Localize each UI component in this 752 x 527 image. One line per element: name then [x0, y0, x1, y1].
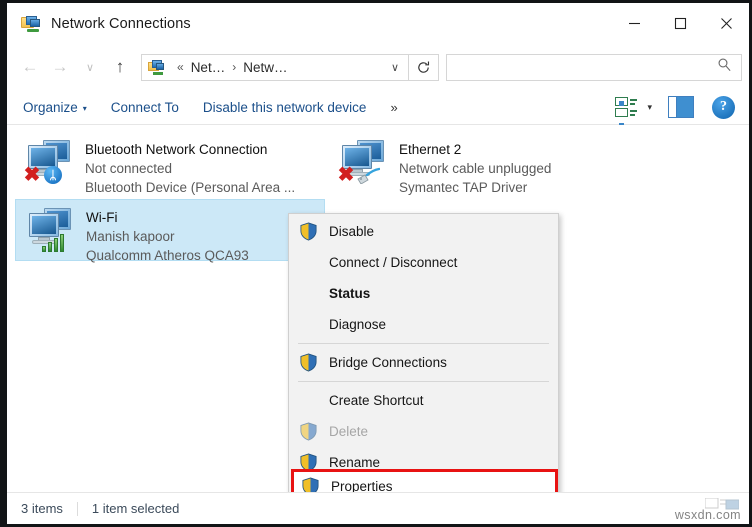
network-folder-icon	[21, 15, 41, 33]
connection-status: Not connected	[85, 161, 173, 176]
close-button[interactable]	[703, 3, 749, 44]
menu-item-create-shortcut[interactable]: Create Shortcut	[289, 385, 558, 416]
connect-to-button[interactable]: Connect To	[111, 100, 179, 115]
menu-item-label: Delete	[329, 424, 369, 439]
uac-shield-icon	[299, 353, 318, 372]
navigation-bar: ← → ∨ ↑ « Net… › Netw… ∨	[7, 44, 749, 90]
breadcrumb-overflow[interactable]: «	[177, 60, 184, 74]
watermark: wsxdn.com	[674, 508, 741, 522]
menu-item-label: Properties	[331, 478, 393, 493]
help-button[interactable]: ?	[712, 95, 735, 119]
connection-status: Manish kapoor	[86, 229, 175, 244]
breadcrumb-item-1[interactable]: Net…	[191, 60, 226, 75]
breadcrumb-item-2[interactable]: Netw…	[243, 60, 287, 75]
signal-bars-icon	[42, 230, 70, 252]
menu-item-icon-placeholder	[299, 253, 318, 272]
change-view-icon[interactable]	[614, 96, 638, 128]
uac-shield-icon	[301, 477, 320, 492]
forward-icon[interactable]: →	[45, 52, 75, 82]
connection-tile-bluetooth[interactable]: ✖ ᛦ Bluetooth Network Connection Not con…	[15, 132, 325, 195]
breadcrumb-separator-icon: ›	[232, 60, 237, 74]
menu-item-delete: Delete	[289, 416, 558, 447]
command-bar: Organize ▾ Connect To Disable this netwo…	[7, 90, 749, 128]
menu-item-label: Bridge Connections	[329, 355, 447, 370]
bluetooth-icon: ᛦ	[44, 166, 62, 184]
disable-network-device-button[interactable]: Disable this network device	[203, 100, 367, 115]
network-connections-window: Network Connections ← → ∨ ↑ « Net… › Net…	[0, 0, 752, 527]
uac-shield-icon	[299, 222, 318, 241]
uac-shield-icon	[299, 422, 318, 441]
menu-item-bridge-connections[interactable]: Bridge Connections	[289, 347, 558, 378]
organize-label: Organize	[23, 99, 78, 115]
menu-item-properties[interactable]: Properties	[294, 472, 555, 492]
connection-driver: Qualcomm Atheros QCA93	[86, 248, 249, 263]
menu-item-label: Rename	[329, 455, 381, 470]
search-box[interactable]	[446, 53, 742, 81]
view-chevron-down-icon[interactable]: ▾	[647, 102, 652, 113]
status-divider	[76, 501, 78, 516]
rj45-cable-icon	[356, 166, 381, 185]
network-adapter-icon	[24, 206, 80, 254]
refresh-icon	[418, 61, 430, 73]
context-menu: Disable Connect / Disconnect Status Diag…	[288, 213, 559, 492]
window-title: Network Connections	[51, 15, 191, 32]
properties-highlight-annotation: Properties	[291, 469, 558, 492]
minimize-button[interactable]	[611, 3, 657, 44]
menu-item-label: Status	[329, 286, 371, 301]
connection-tile-ethernet-2[interactable]: ✖ Ethernet 2 Network cable unplugged Sym…	[329, 132, 639, 195]
connection-name: Bluetooth Network Connection	[85, 142, 268, 157]
window-controls	[611, 3, 749, 44]
connection-name: Wi-Fi	[86, 210, 118, 225]
connection-name: Ethernet 2	[399, 142, 462, 157]
disconnected-x-icon: ✖	[337, 164, 355, 186]
menu-separator	[298, 381, 549, 382]
refresh-button[interactable]	[408, 53, 439, 81]
menu-item-label: Disable	[329, 224, 375, 239]
command-bar-right: ▾ ?	[614, 95, 749, 128]
up-icon[interactable]: ↑	[105, 52, 135, 82]
menu-item-icon-placeholder	[299, 315, 318, 334]
menu-item-icon-placeholder	[299, 391, 318, 410]
menu-item-icon-placeholder	[299, 284, 318, 303]
connection-driver: Symantec TAP Driver	[399, 180, 528, 195]
connection-status: Network cable unplugged	[399, 161, 552, 176]
organize-button[interactable]: Organize ▾	[23, 100, 87, 115]
connections-list: ✖ ᛦ Bluetooth Network Connection Not con…	[7, 125, 749, 492]
menu-item-label: Create Shortcut	[329, 393, 424, 408]
back-icon[interactable]: ←	[15, 52, 45, 82]
overflow-chevrons-icon[interactable]: »	[390, 100, 397, 115]
preview-pane-icon[interactable]	[668, 96, 694, 118]
title-bar: Network Connections	[7, 3, 749, 44]
menu-item-connect-disconnect[interactable]: Connect / Disconnect	[289, 247, 558, 278]
status-bar: 3 items 1 item selected wsxdn.com	[7, 492, 749, 524]
menu-item-disable[interactable]: Disable	[289, 216, 558, 247]
connection-driver: Bluetooth Device (Personal Area ...	[85, 180, 296, 195]
network-adapter-icon: ✖	[337, 138, 393, 186]
menu-item-label: Diagnose	[329, 317, 387, 332]
disconnected-x-icon: ✖	[23, 164, 41, 186]
window-edge-left	[0, 0, 7, 527]
menu-separator	[298, 343, 549, 344]
chevron-down-icon: ▾	[82, 103, 87, 113]
menu-item-status[interactable]: Status	[289, 278, 558, 309]
item-count: 3 items	[21, 501, 63, 516]
address-bar[interactable]: « Net… › Netw… ∨	[141, 53, 409, 81]
address-network-icon	[148, 59, 165, 75]
network-adapter-icon: ✖ ᛦ	[23, 138, 79, 186]
breadcrumb-chevron-down-icon[interactable]: ∨	[391, 61, 399, 74]
connection-tile-wi-fi[interactable]: Wi-Fi Manish kapoor Qualcomm Atheros QCA…	[15, 199, 325, 263]
search-icon[interactable]	[717, 57, 732, 77]
search-input[interactable]	[447, 59, 717, 75]
menu-item-diagnose[interactable]: Diagnose	[289, 309, 558, 340]
selection-count: 1 item selected	[91, 501, 180, 516]
menu-item-label: Connect / Disconnect	[329, 255, 458, 270]
recent-locations-icon[interactable]: ∨	[75, 52, 105, 82]
maximize-button[interactable]	[657, 3, 703, 44]
